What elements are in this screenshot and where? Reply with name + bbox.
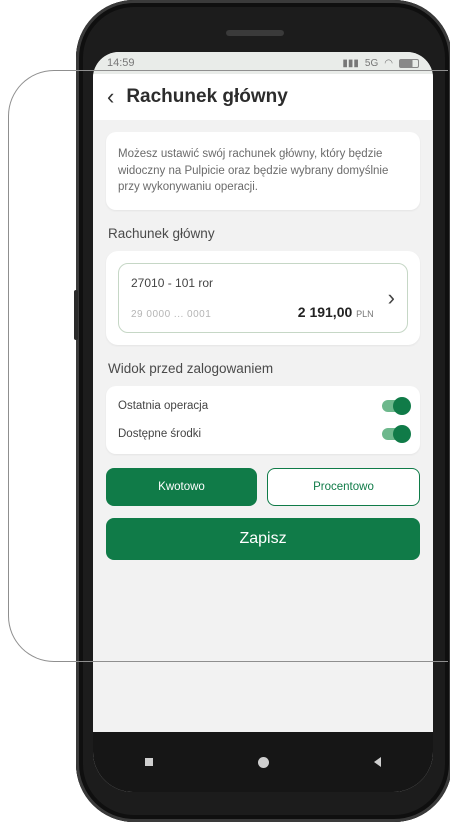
network-label: 5G: [364, 57, 379, 69]
home-icon[interactable]: [257, 756, 269, 768]
toggle-card: Ostatnia operacja Dostępne środki: [106, 386, 420, 455]
percent-mode-button[interactable]: Procentowo: [267, 468, 420, 507]
app-header: ‹ Rachunek główny: [93, 74, 433, 120]
page-title: Rachunek główny: [126, 86, 288, 107]
account-info: 27010 - 101 ror 29 0000 ... 0001 2 191,0…: [131, 276, 388, 320]
balance-currency: PLN: [356, 309, 374, 320]
main-account-label: Rachunek główny: [108, 226, 215, 242]
balance-value: 2 191,00: [297, 304, 353, 321]
signal-icon: ▮▮▮: [342, 57, 359, 69]
phone-screen: 14:59 ▮▮▮ 5G ◠ ‹ Rachunek główny Możesz …: [93, 52, 433, 792]
toggle-label: Ostatnia operacja: [118, 400, 209, 413]
status-icons: ▮▮▮ 5G ◠: [342, 58, 419, 69]
main-content: Możesz ustawić swój rachunek główny, któ…: [93, 120, 433, 561]
login-view-label: Widok przed zalogowaniem: [108, 361, 274, 377]
main-account-card[interactable]: 27010 - 101 ror 29 0000 ... 0001 2 191,0…: [118, 263, 408, 334]
toggle-row-available-funds: Dostępne środki: [118, 420, 411, 448]
toggle-knob: [393, 397, 411, 416]
battery-icon: [399, 58, 419, 68]
chevron-right-icon[interactable]: ›: [388, 285, 395, 311]
account-container: 27010 - 101 ror 29 0000 ... 0001 2 191,0…: [106, 251, 420, 346]
account-row: 29 0000 ... 0001 2 191,00 PLN: [131, 304, 388, 320]
mode-selector: Kwotowo Procentowo: [106, 468, 420, 507]
toggle-row-last-operation: Ostatnia operacja: [118, 392, 411, 420]
status-time: 14:59: [107, 57, 135, 69]
phone-speaker: [226, 30, 284, 36]
toggle-knob: [393, 425, 411, 444]
available-funds-toggle[interactable]: [382, 425, 411, 444]
last-operation-toggle[interactable]: [382, 397, 411, 416]
account-number: 29 0000 ... 0001: [131, 309, 212, 321]
status-bar: 14:59 ▮▮▮ 5G ◠: [93, 52, 433, 74]
info-card: Możesz ustawić swój rachunek główny, któ…: [106, 132, 420, 211]
toggle-label: Dostępne środki: [118, 428, 202, 441]
system-nav-bar: [93, 732, 433, 792]
amount-mode-button[interactable]: Kwotowo: [106, 468, 257, 507]
back-icon[interactable]: [373, 757, 381, 767]
account-name: 27010 - 101 ror: [131, 276, 214, 291]
save-button[interactable]: Zapisz: [106, 518, 420, 561]
phone-frame: 14:59 ▮▮▮ 5G ◠ ‹ Rachunek główny Możesz …: [74, 0, 450, 822]
wifi-icon: ◠: [384, 57, 393, 69]
recent-apps-icon[interactable]: [145, 758, 154, 766]
volume-button: [74, 290, 78, 340]
account-balance: 2 191,00 PLN: [298, 304, 374, 320]
chevron-left-icon[interactable]: ‹: [107, 86, 114, 108]
